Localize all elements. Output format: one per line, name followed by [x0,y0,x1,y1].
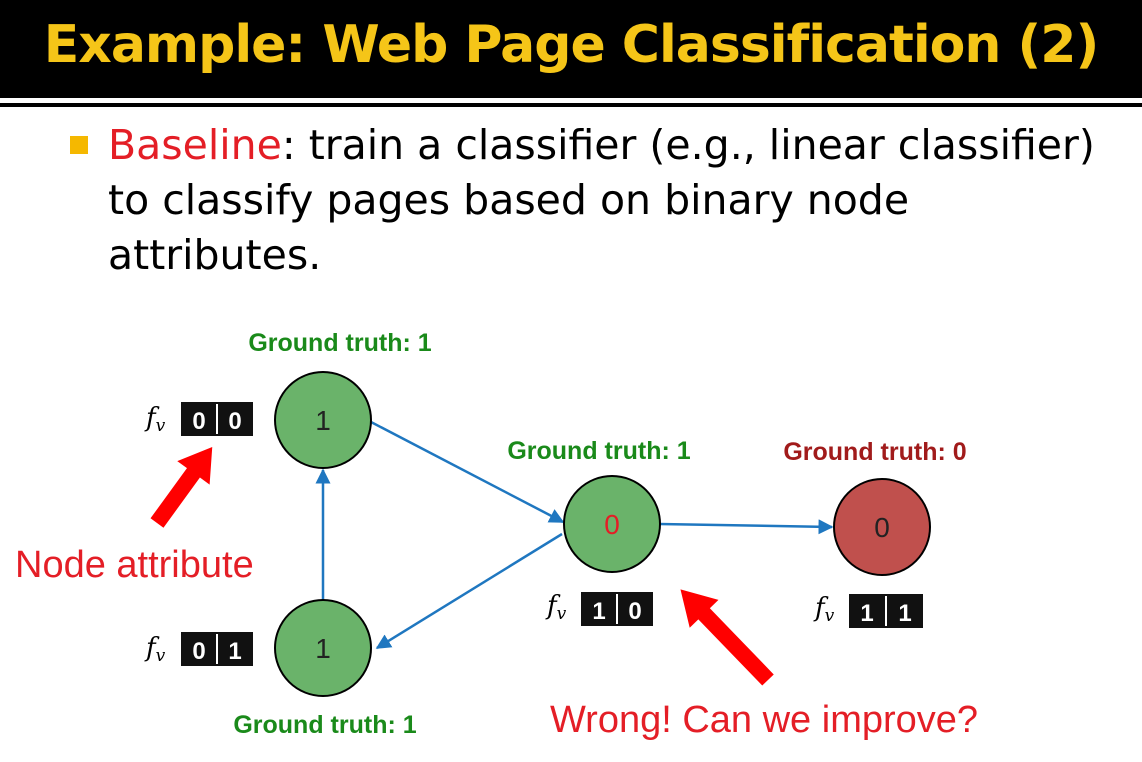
ground-truth-top-left: Ground truth: 1 [248,329,431,357]
wrong-improve-label: Wrong! Can we improve? [550,699,978,741]
feature-subscript: v [156,416,166,436]
feature-bit: 0 [228,408,241,435]
node-bottom-left-prediction: 1 [315,633,331,664]
feature-bit: 1 [592,598,605,625]
node-top-left-prediction: 1 [315,405,331,436]
feature-vector-right: fv 1 1 [813,593,923,628]
node-right-prediction: 0 [874,512,890,543]
ground-truth-middle: Ground truth: 1 [507,437,690,465]
feature-vector-bottom-left: fv 0 1 [144,632,253,666]
graph-diagram: 1 1 0 0 Ground truth: 1 Ground truth: 1 … [15,329,978,741]
wrong-prediction-arrow [680,589,774,686]
feature-bit: 0 [628,598,641,625]
node-top-left: 1 [274,371,372,469]
ground-truth-bottom-left: Ground truth: 1 [233,711,416,739]
svg-text:fv: fv [545,591,567,624]
node-attribute-arrow [150,446,213,528]
feature-vector-middle: fv 1 0 [545,591,653,626]
feature-subscript: v [156,646,166,666]
feature-bit: 0 [192,408,205,435]
feature-bit: 0 [192,638,205,665]
node-right: 0 [833,478,931,576]
svg-text:fv: fv [144,403,166,436]
feature-vector-top-left: fv 0 0 [144,402,253,436]
feature-subscript: v [825,606,835,626]
edge-middle-bottomleft [375,532,563,650]
feature-bit: 1 [228,638,241,665]
edge-middle-right [658,519,834,535]
feature-bit: 1 [860,600,873,627]
node-attribute-label: Node attribute [15,544,254,586]
node-middle: 0 [563,475,661,573]
svg-text:fv: fv [813,593,835,626]
feature-subscript: v [557,604,567,624]
svg-text:fv: fv [144,633,166,666]
ground-truth-right: Ground truth: 0 [783,438,966,466]
node-bottom-left: 1 [274,599,372,697]
feature-bit: 1 [898,600,911,627]
node-middle-prediction: 0 [604,509,620,540]
